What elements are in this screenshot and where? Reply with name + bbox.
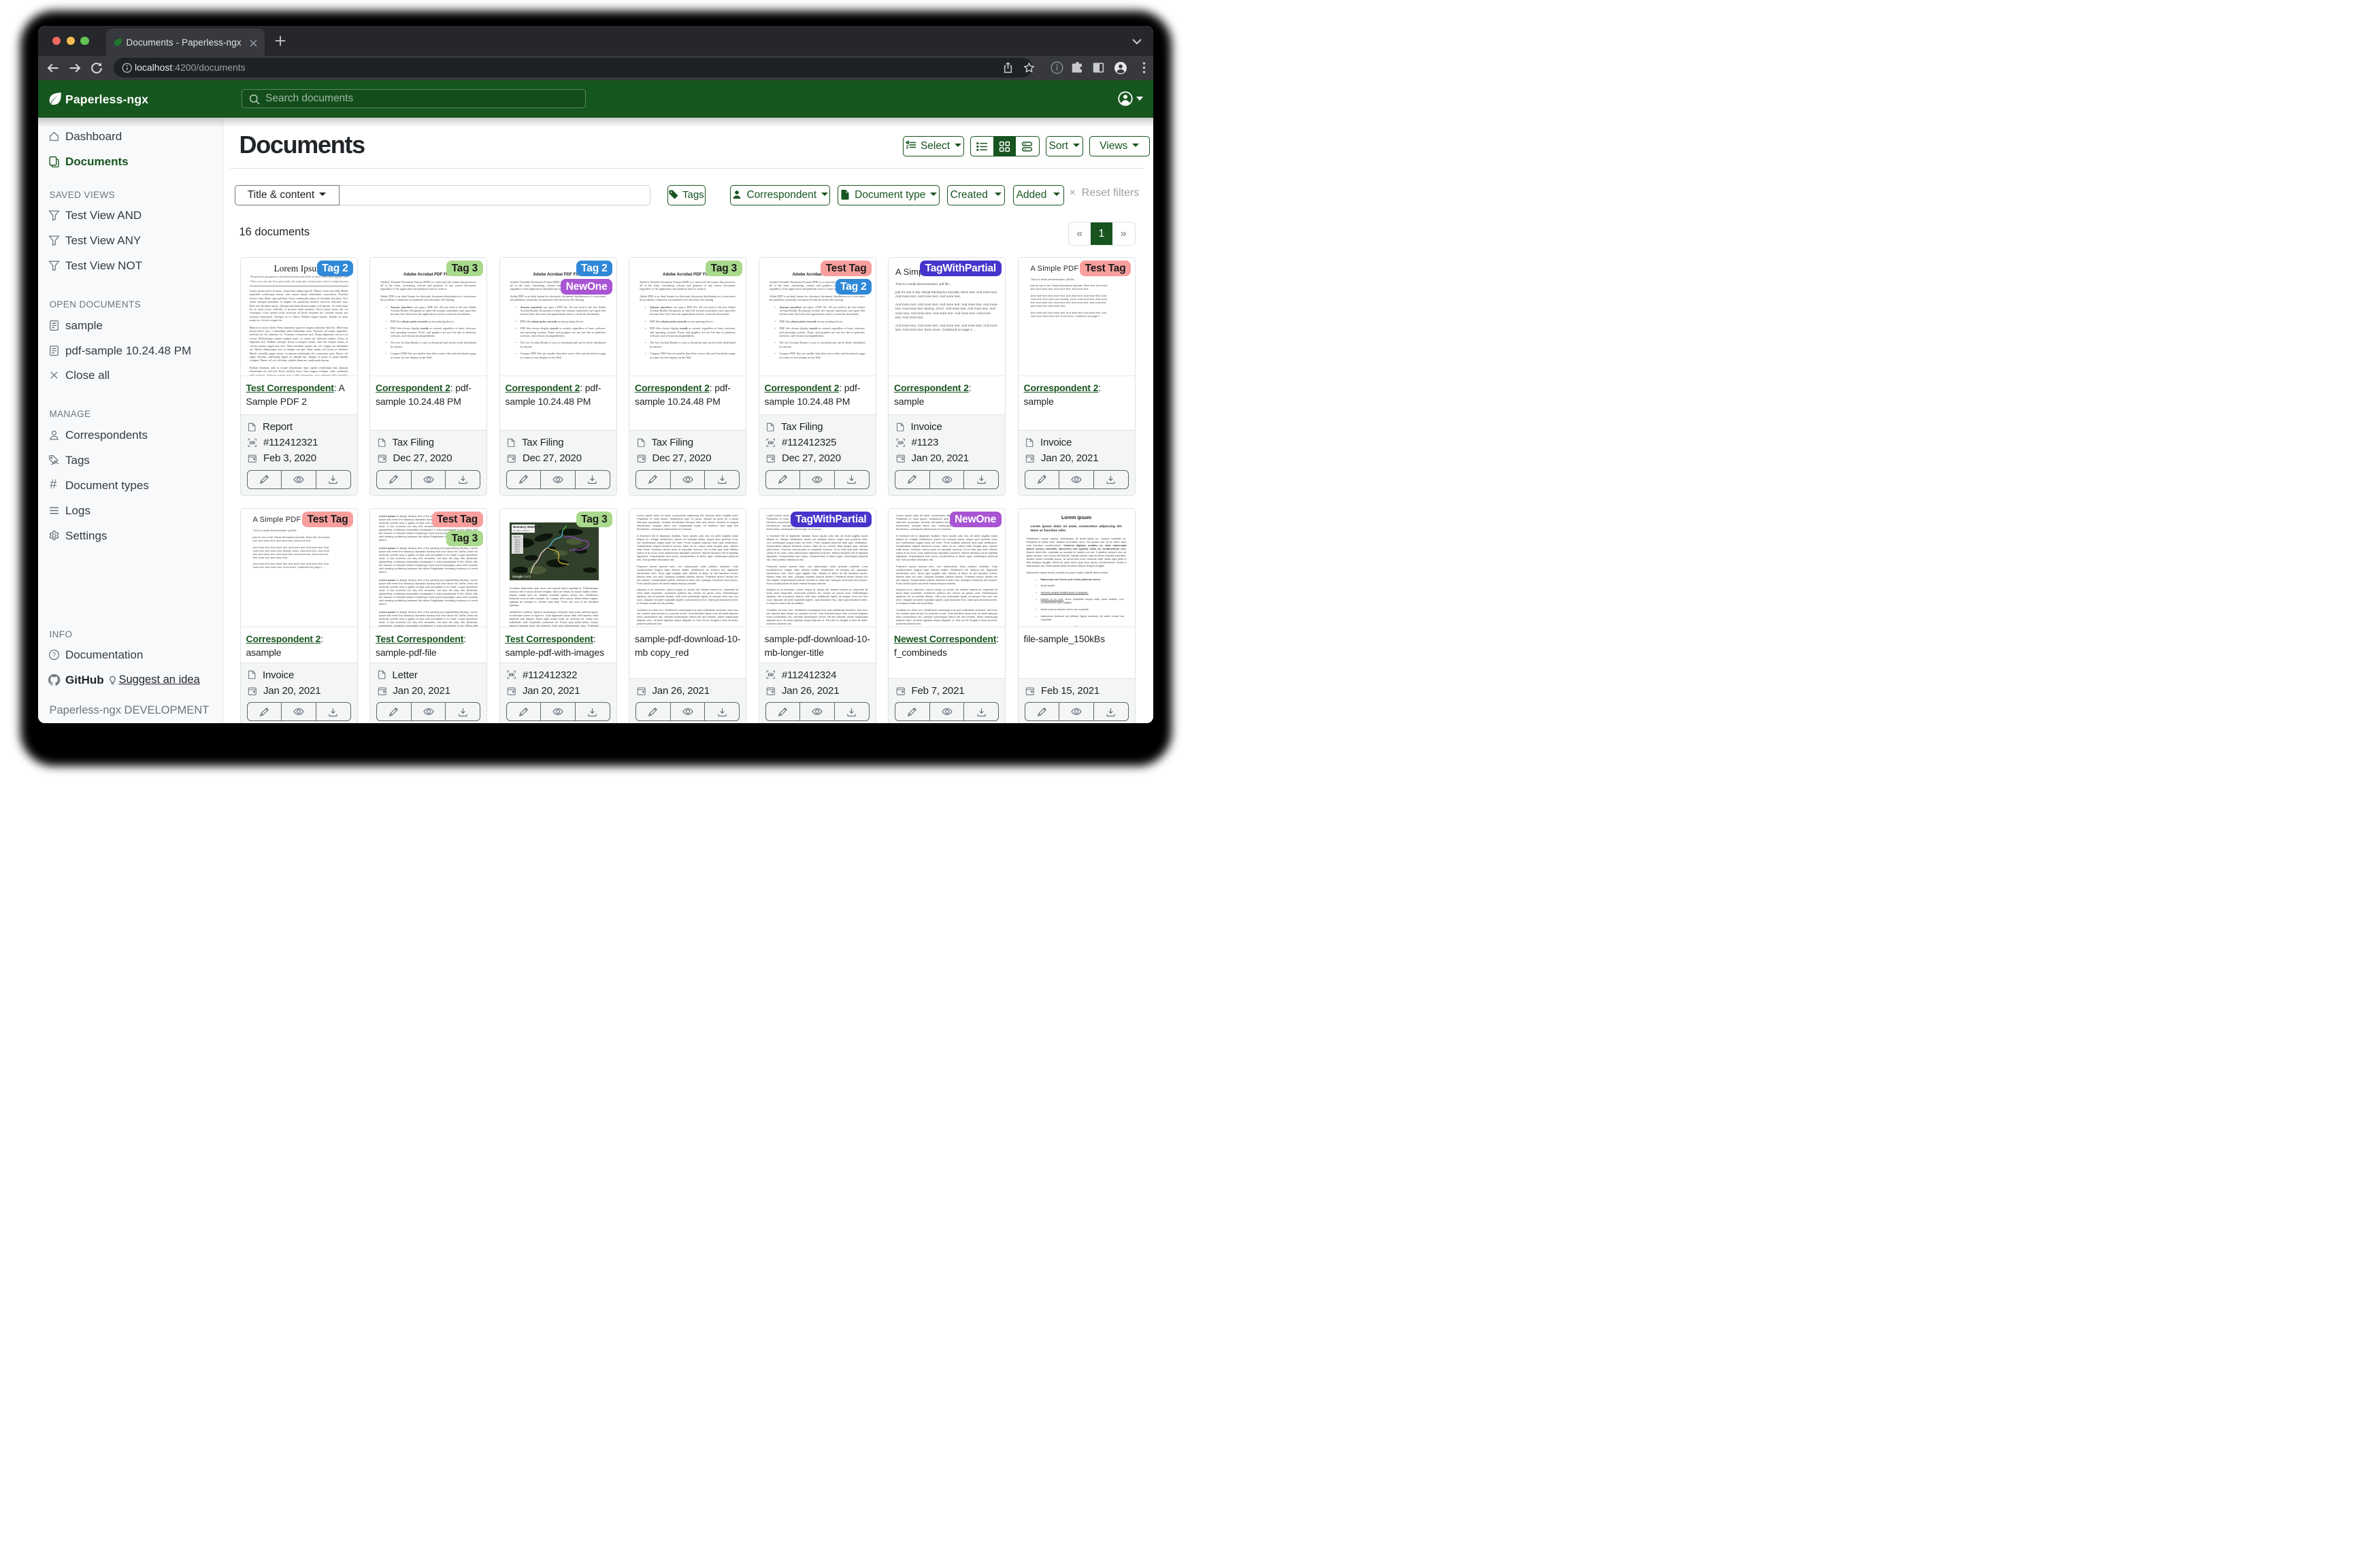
svg-text:?: ? [52,652,56,659]
svg-text:Legend: Legend [513,535,520,538]
svg-text:Day 4: Day 4 [515,546,520,548]
svg-text:Google Earth: Google Earth [512,575,531,578]
svg-text:Six days in BWCA: Six days in BWCA [513,529,529,532]
svg-text:Boundary Waters Trip: Boundary Waters Trip [513,525,543,529]
svg-text:Day 2: Day 2 [515,541,520,544]
svg-text:Day 5: Day 5 [515,548,520,551]
svg-text:Day 3: Day 3 [515,544,520,546]
svg-text:Day 1: Day 1 [515,539,520,542]
svg-text:Day 6: Day 6 [515,550,520,553]
